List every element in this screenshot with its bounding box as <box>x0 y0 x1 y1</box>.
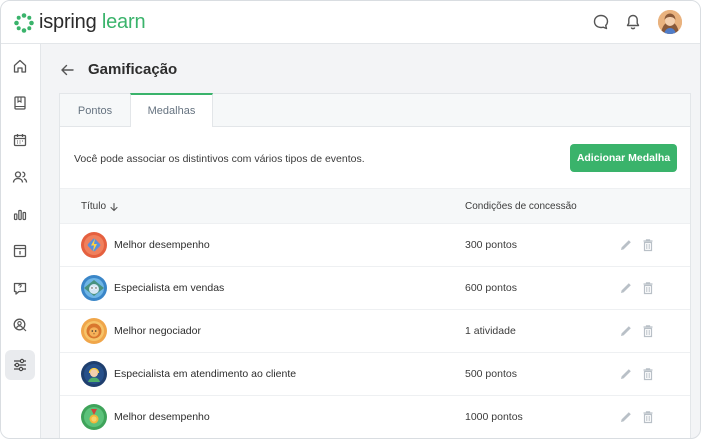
lightning-badge-icon <box>81 232 107 258</box>
edit-pencil-icon[interactable] <box>619 238 633 252</box>
app-window: ispring learn Gamificação Pontos Medalha… <box>0 0 701 439</box>
sidebar <box>1 44 41 438</box>
tab-medalhas[interactable]: Medalhas <box>130 93 213 127</box>
table-row[interactable]: Especialista em vendas 600 pontos <box>60 267 690 310</box>
question-icon <box>13 282 27 295</box>
edit-pencil-icon[interactable] <box>619 324 633 338</box>
page-title: Gamificação <box>88 61 178 78</box>
edit-pencil-icon[interactable] <box>619 281 633 295</box>
column-header-title[interactable]: Título <box>81 201 119 212</box>
bar-chart-icon <box>13 209 27 221</box>
info-box-icon <box>13 244 27 258</box>
delete-trash-icon[interactable] <box>641 367 655 381</box>
sidebar-item-catalog[interactable] <box>5 236 35 266</box>
calendar-icon <box>13 134 27 147</box>
lion-badge-icon <box>81 318 107 344</box>
row-condition: 1 atividade <box>465 325 516 337</box>
back-arrow-icon[interactable] <box>59 62 75 78</box>
chat-icon[interactable] <box>592 13 610 31</box>
row-title: Especialista em vendas <box>114 282 225 294</box>
home-icon <box>13 59 27 73</box>
delete-trash-icon[interactable] <box>641 281 655 295</box>
sidebar-item-search-users[interactable] <box>5 310 35 340</box>
add-medal-button[interactable]: Adicionar Medalha <box>570 144 677 172</box>
row-title: Melhor desempenho <box>114 411 210 423</box>
user-avatar[interactable] <box>658 10 682 34</box>
book-icon <box>14 96 26 110</box>
table-row[interactable]: Especialista em atendimento ao cliente 5… <box>60 353 690 396</box>
page-header: Gamificação <box>59 61 177 78</box>
delete-trash-icon[interactable] <box>641 238 655 252</box>
row-title: Especialista em atendimento ao cliente <box>114 368 297 380</box>
edit-pencil-icon[interactable] <box>619 410 633 424</box>
tab-bar: Pontos Medalhas <box>60 93 690 127</box>
logo-text: ispring learn <box>39 11 146 34</box>
logo-text-secondary: learn <box>101 11 146 33</box>
row-condition: 500 pontos <box>465 368 517 380</box>
ispring-logo-icon <box>14 12 34 33</box>
users-icon <box>12 171 28 183</box>
tab-pontos[interactable]: Pontos <box>60 94 130 127</box>
owl-badge-icon <box>81 275 107 301</box>
row-title: Melhor negociador <box>114 325 201 337</box>
delete-trash-icon[interactable] <box>641 324 655 338</box>
table-header: Título Condições de concessão <box>60 188 690 224</box>
logo-text-primary: ispring <box>39 11 97 33</box>
table-row[interactable]: Melhor desempenho 300 pontos <box>60 224 690 267</box>
row-condition: 1000 pontos <box>465 411 523 423</box>
sidebar-item-settings[interactable] <box>5 350 35 380</box>
sidebar-item-calendar[interactable] <box>5 125 35 155</box>
edit-pencil-icon[interactable] <box>619 367 633 381</box>
row-condition: 600 pontos <box>465 282 517 294</box>
sidebar-item-reports[interactable] <box>5 199 35 229</box>
sort-arrow-down-icon <box>110 202 118 211</box>
user-search-icon <box>13 318 27 332</box>
delete-trash-icon[interactable] <box>641 410 655 424</box>
sliders-icon <box>14 358 26 372</box>
logo[interactable]: ispring learn <box>13 11 146 34</box>
description-text: Você pode associar os distintivos com vá… <box>74 153 365 165</box>
sidebar-item-home[interactable] <box>5 51 35 81</box>
row-title: Melhor desempenho <box>114 239 210 251</box>
avatar-image <box>658 10 682 34</box>
headset-badge-icon <box>81 361 107 387</box>
sidebar-item-users[interactable] <box>5 162 35 192</box>
table-row[interactable]: Melhor desempenho 1000 pontos <box>60 396 690 438</box>
column-header-title-label: Título <box>81 201 107 212</box>
column-header-conditions: Condições de concessão <box>465 201 577 212</box>
sidebar-item-help[interactable] <box>5 273 35 303</box>
bell-icon[interactable] <box>624 13 642 31</box>
row-condition: 300 pontos <box>465 239 517 251</box>
content-card: Pontos Medalhas Você pode associar os di… <box>59 93 691 438</box>
sidebar-item-courses[interactable] <box>5 88 35 118</box>
table-row[interactable]: Melhor negociador 1 atividade <box>60 310 690 353</box>
top-bar: ispring learn <box>1 1 700 44</box>
medal-badge-icon <box>81 404 107 430</box>
